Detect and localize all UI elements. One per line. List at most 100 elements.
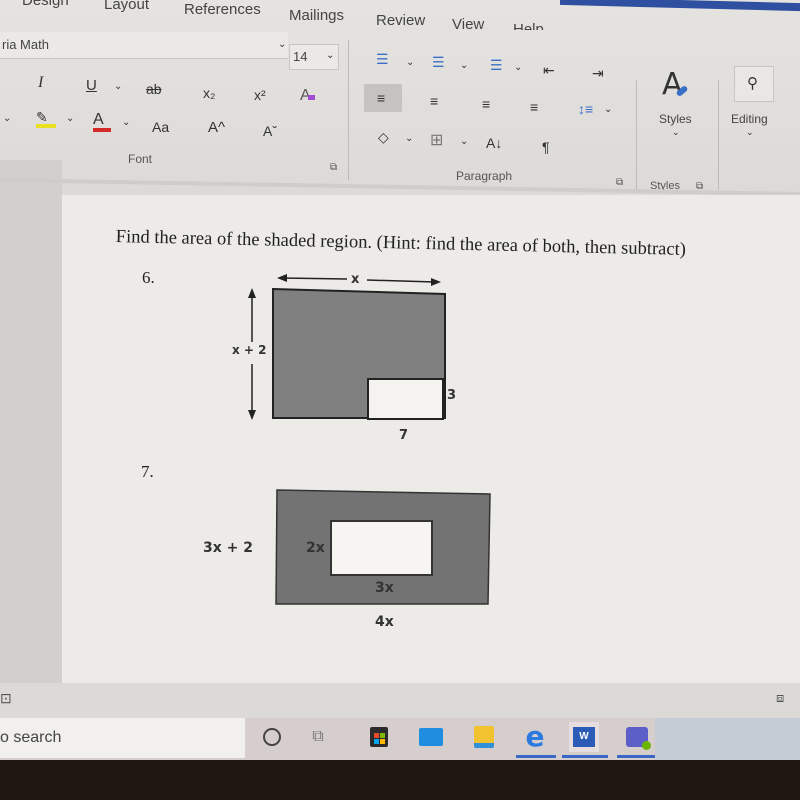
subscript-button[interactable]: x₂ — [203, 86, 215, 100]
label-outer-width: 4x — [375, 614, 394, 630]
chevron-down-icon: ⌄ — [746, 127, 754, 137]
align-left-button[interactable]: ≡ — [364, 84, 402, 112]
chevron-down-icon: ⌄ — [672, 127, 680, 137]
cortana-icon — [263, 728, 281, 746]
chevron-down-icon[interactable]: ⌄ — [406, 58, 414, 68]
increase-indent-icon[interactable]: ⇥ — [592, 66, 604, 80]
search-icon: ⚲ — [747, 75, 758, 92]
editing-button-label: Editing — [731, 112, 768, 126]
font-color-button[interactable]: A — [93, 112, 111, 132]
tab-design[interactable]: Design — [22, 0, 69, 9]
shrink-font-button[interactable]: Aˇ — [263, 124, 277, 138]
find-box: ⚲ — [734, 66, 774, 102]
line-spacing-icon[interactable]: ↕≡ — [578, 102, 593, 116]
align-left-icon: ≡ — [377, 90, 386, 106]
pilcrow-icon[interactable]: ¶ — [542, 140, 550, 154]
highlighter-icon: ✎ — [36, 109, 48, 125]
font-color-swatch — [93, 128, 111, 132]
problem-6-diagram — [248, 274, 446, 420]
divider — [718, 80, 719, 190]
chevron-down-icon[interactable]: ⌄ — [278, 40, 286, 50]
styles-button[interactable]: A Styles ⌄ — [650, 70, 704, 140]
word-icon: W — [573, 727, 595, 747]
edge-button[interactable]: e — [520, 722, 550, 752]
sort-icon[interactable]: A↓ — [486, 136, 502, 150]
chevron-down-icon[interactable]: ⌄ — [326, 51, 334, 61]
highlight-button[interactable]: ✎ — [36, 110, 56, 128]
styles-button-label: Styles — [659, 112, 692, 126]
store-icon — [370, 727, 388, 747]
label-inner-height: 3 — [447, 388, 457, 403]
ribbon: ria Math ⌄ 14 ⌄ I U ⌄ ab x₂ x² A ⌄ ✎ ⌄ A… — [0, 30, 800, 200]
task-view-button[interactable]: ⧉ — [303, 722, 333, 752]
taskbar-search-box[interactable]: o search — [0, 718, 245, 758]
teams-button[interactable] — [622, 722, 652, 752]
microsoft-store-button[interactable] — [364, 722, 394, 752]
chevron-down-icon[interactable]: ⌄ — [66, 114, 74, 124]
decrease-indent-icon[interactable]: ⇤ — [543, 63, 555, 77]
problem-number: 6. — [142, 268, 155, 287]
paragraph-group-label: Paragraph — [456, 169, 513, 183]
word-button[interactable]: W — [569, 722, 599, 752]
font-name-box[interactable]: ria Math ⌄ — [0, 32, 288, 59]
grow-font-button[interactable]: A^ — [208, 120, 225, 135]
font-name-value: ria Math — [2, 37, 49, 52]
mail-button[interactable] — [416, 722, 446, 752]
font-color-letter: A — [93, 111, 104, 128]
label-inner-height: 2x — [306, 540, 325, 556]
teams-icon — [626, 727, 651, 750]
chevron-down-icon[interactable]: ⌄ — [604, 105, 612, 115]
italic-button[interactable]: I — [38, 75, 43, 91]
focus-mode-icon[interactable]: ⧈ — [776, 691, 784, 704]
taskbar-tray-area — [655, 718, 800, 760]
bullets-icon[interactable]: ☰ — [376, 52, 389, 66]
unshaded-rectangle — [330, 520, 433, 576]
underline-button[interactable]: U — [86, 78, 97, 93]
cortana-button[interactable] — [257, 722, 287, 752]
tab-layout[interactable]: Layout — [104, 0, 149, 13]
multilevel-list-icon[interactable]: ☰ — [490, 58, 503, 72]
label-outer-height: 3x + 2 — [203, 540, 253, 556]
divider — [348, 40, 349, 180]
chevron-down-icon[interactable]: ⌄ — [514, 63, 522, 73]
tab-review[interactable]: Review — [376, 12, 425, 29]
edge-running-indicator — [516, 755, 556, 758]
eraser-swatch — [307, 95, 315, 100]
unshaded-square — [367, 378, 444, 420]
status-bar: ⊡ ⧈ — [0, 683, 800, 718]
font-size-value: 14 — [293, 49, 308, 64]
teams-running-indicator — [617, 755, 655, 758]
file-explorer-button[interactable] — [469, 722, 499, 752]
paragraph-dialog-launcher-icon[interactable]: ⧉ — [616, 178, 623, 188]
chevron-down-icon[interactable]: ⌄ — [3, 114, 11, 124]
justify-icon[interactable]: ≡ — [530, 100, 538, 114]
label-top-width: x — [351, 272, 360, 287]
change-case-button[interactable]: Aa — [152, 120, 169, 134]
chevron-down-icon[interactable]: ⌄ — [122, 118, 130, 128]
align-center-icon[interactable]: ≡ — [430, 94, 438, 108]
chevron-down-icon[interactable]: ⌄ — [405, 134, 413, 144]
label-inner-width: 7 — [399, 428, 409, 443]
label-inner-width: 3x — [375, 580, 394, 596]
tab-mailings[interactable]: Mailings — [289, 7, 344, 24]
clear-formatting-button[interactable]: A — [300, 88, 315, 104]
shading-icon[interactable]: ◇ — [378, 130, 389, 144]
strikethrough-button[interactable]: ab — [146, 82, 162, 96]
tab-references[interactable]: References — [184, 1, 261, 18]
superscript-button[interactable]: x² — [254, 88, 266, 102]
chevron-down-icon[interactable]: ⌄ — [114, 82, 122, 92]
divider — [636, 80, 637, 190]
label-left-height: x + 2 — [232, 343, 267, 357]
borders-icon[interactable]: ⊞ — [430, 133, 443, 149]
numbering-icon[interactable]: ☰ — [432, 55, 445, 69]
align-right-icon[interactable]: ≡ — [482, 97, 490, 111]
font-dialog-launcher-icon[interactable]: ⧉ — [330, 163, 337, 173]
font-group-label: Font — [128, 152, 153, 166]
word-running-indicator — [562, 755, 608, 758]
chevron-down-icon[interactable]: ⌄ — [460, 137, 468, 147]
editing-button[interactable]: ⚲ Editing ⌄ — [730, 66, 790, 138]
folder-icon — [474, 726, 494, 748]
read-mode-icon[interactable]: ⊡ — [0, 691, 12, 705]
chevron-down-icon[interactable]: ⌄ — [460, 61, 468, 71]
font-size-box[interactable]: 14 ⌄ — [289, 44, 339, 70]
